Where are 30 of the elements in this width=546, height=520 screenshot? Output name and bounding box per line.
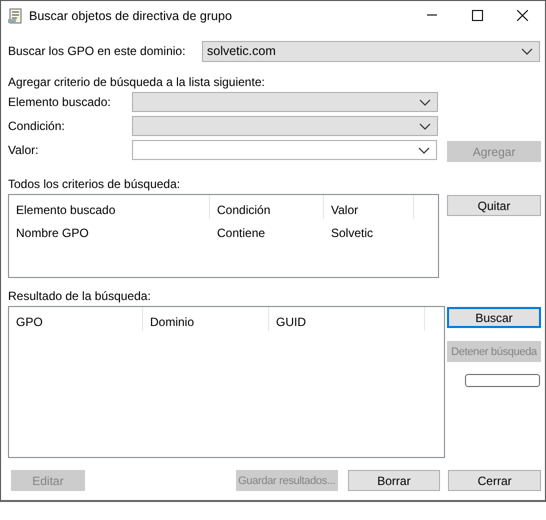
column-header[interactable]: Condición [210,195,324,219]
close-icon [517,10,528,21]
criteria-dropdown[interactable] [132,140,438,160]
chevron-icon [419,98,431,106]
table-cell-text: Nombre GPO [15,225,90,240]
field-label: Buscar los GPO en este dominio: [8,44,186,58]
column-header[interactable]: GPO [9,307,143,331]
remove-button[interactable]: Quitar [447,195,541,216]
column-header[interactable]: Valor [324,195,414,219]
column-header[interactable]: Dominio [143,307,269,331]
table-cell-text: Contiene [216,225,266,240]
section-label: Agregar criterio de búsqueda a la lista siguiente: [8,75,266,90]
column-header[interactable]: Elemento buscado [9,195,210,219]
search-button[interactable]: Buscar [447,307,541,328]
maximize-icon [472,10,483,21]
table-cell-text: Solvetic [330,225,374,240]
domain-dropdown[interactable]: solvetic.com [202,40,540,62]
window-title: Buscar objetos de directiva de grupo [29,8,232,22]
close-button[interactable]: Cerrar [448,470,542,491]
chevron-icon [521,48,533,54]
document-icon [7,8,23,24]
chevron-icon [418,146,430,154]
clear-button[interactable]: Borrar [348,470,440,491]
section-label: Resultado de la búsqueda: [8,289,152,304]
section-label: Todos los criterios de búsqueda: [8,177,182,192]
field-label: Valor: [8,143,40,157]
field-label: Elemento buscado: [8,95,112,109]
column-header[interactable]: GUID [269,307,425,331]
field-label: Condición: [8,119,66,133]
chevron-icon [419,122,431,130]
